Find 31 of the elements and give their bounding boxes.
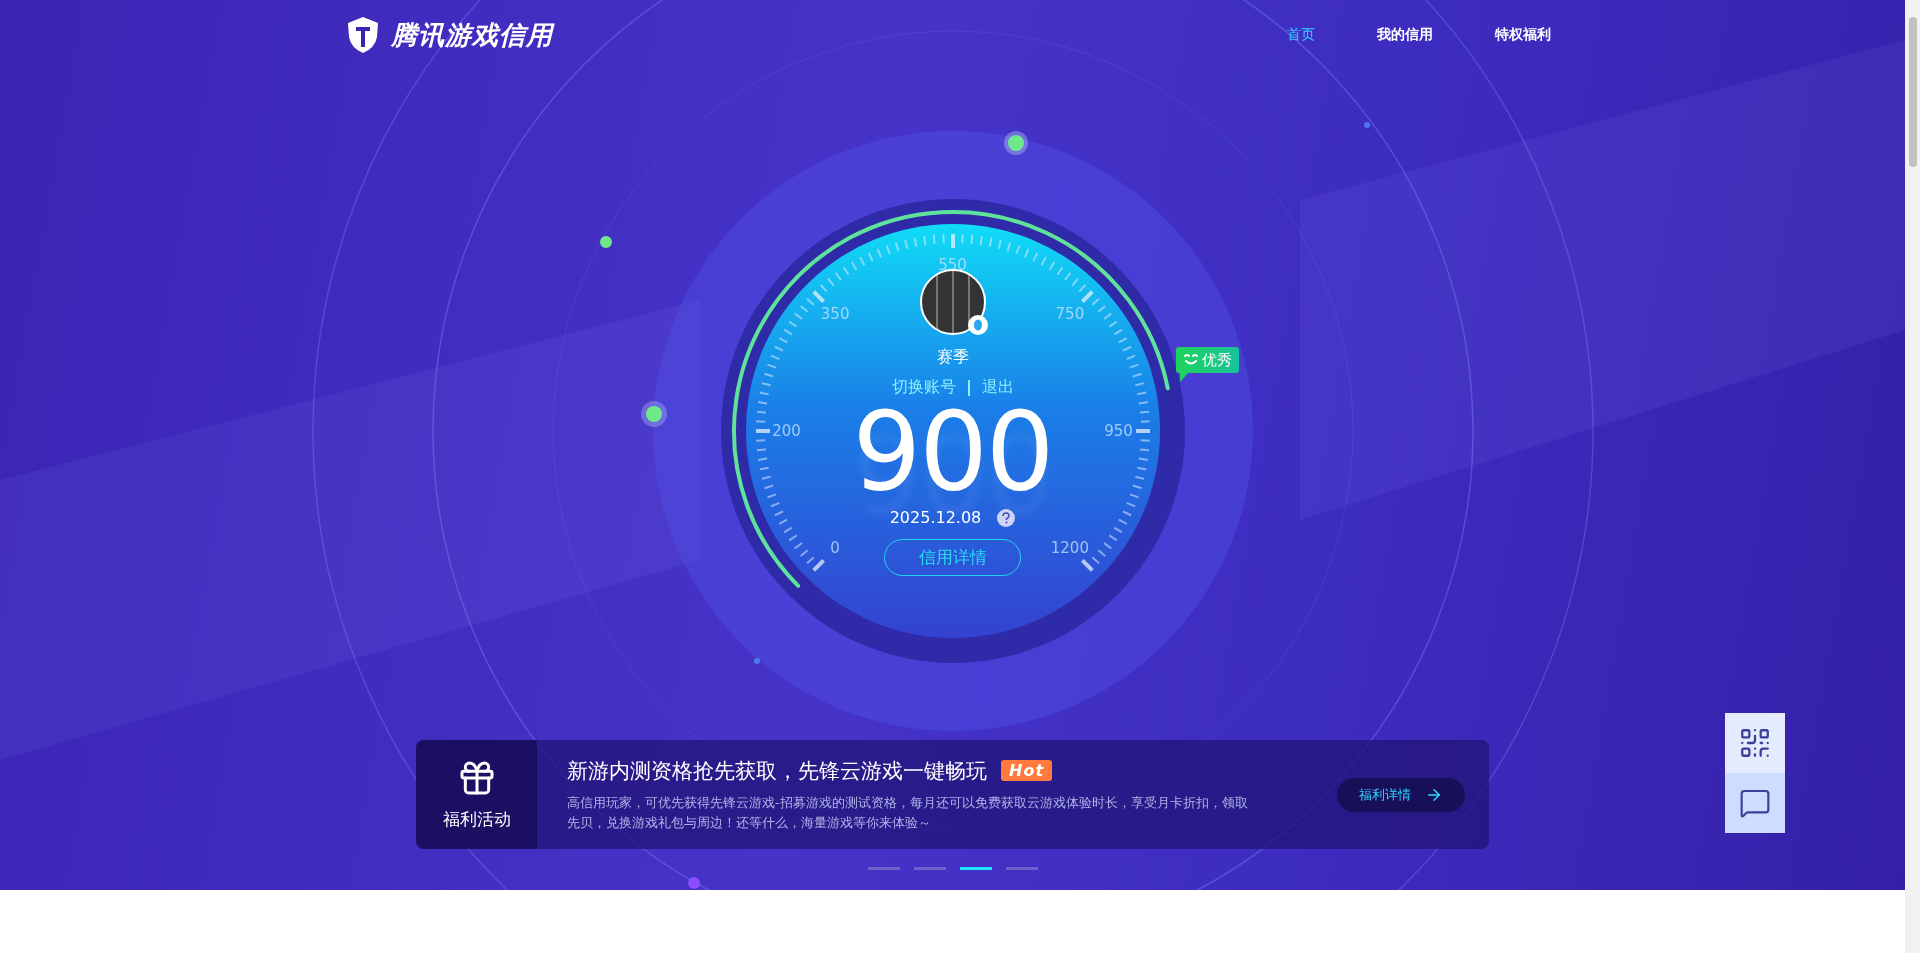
speech-tail-icon xyxy=(1180,372,1189,382)
scale-label: 350 xyxy=(820,304,850,323)
nav-link[interactable]: 特权福利 xyxy=(1494,26,1551,44)
smile-icon xyxy=(1183,352,1200,367)
scrollbar-thumb[interactable] xyxy=(1908,17,1917,167)
scale-label: 1200 xyxy=(1050,539,1089,558)
scale-label: 0 xyxy=(830,539,840,558)
logout-link[interactable]: 退出 xyxy=(969,377,1026,398)
credit-score: 900 xyxy=(852,404,1053,500)
qr-code-icon xyxy=(1738,726,1772,760)
scrollbar[interactable] xyxy=(1905,0,1920,953)
nav-link[interactable]: 首页 xyxy=(1286,26,1315,44)
scale-label: 200 xyxy=(772,422,801,440)
help-icon[interactable] xyxy=(997,508,1016,527)
scale-label: 550 xyxy=(938,256,967,274)
nav-link[interactable]: 我的信用 xyxy=(1376,26,1433,44)
banner-title: 新游内测资格抢先获取，先锋云游戏一键畅玩 xyxy=(567,757,987,785)
benefit-details-button[interactable]: 福利详情 xyxy=(1337,777,1465,812)
switch-account-link[interactable]: 切换账号 xyxy=(879,377,968,398)
scale-label: 750 xyxy=(1055,304,1085,323)
scale-label: 950 xyxy=(1104,422,1133,440)
hot-tag: Hot xyxy=(1001,760,1053,781)
help-chat-button[interactable] xyxy=(1725,773,1785,833)
user-name: 赛季 xyxy=(936,347,969,368)
qr-code-button[interactable] xyxy=(1725,713,1785,773)
help-chat-icon xyxy=(1739,787,1771,819)
carousel-indicator[interactable] xyxy=(959,867,992,870)
banner-description: 高信用玩家，可优先获得先锋云游戏-招募游戏的测试资格，每月还可以免费获取云游戏体验时长，享受月卡折扣，领取先贝，兑换游戏礼包与周边！还等什么，海量游戏等你来体验～ xyxy=(567,793,1249,832)
banner-category: 福利活动 xyxy=(442,808,511,831)
score-date: 2025.12.08 xyxy=(889,508,982,527)
logo-text: 腾讯游戏信用 xyxy=(390,18,553,52)
